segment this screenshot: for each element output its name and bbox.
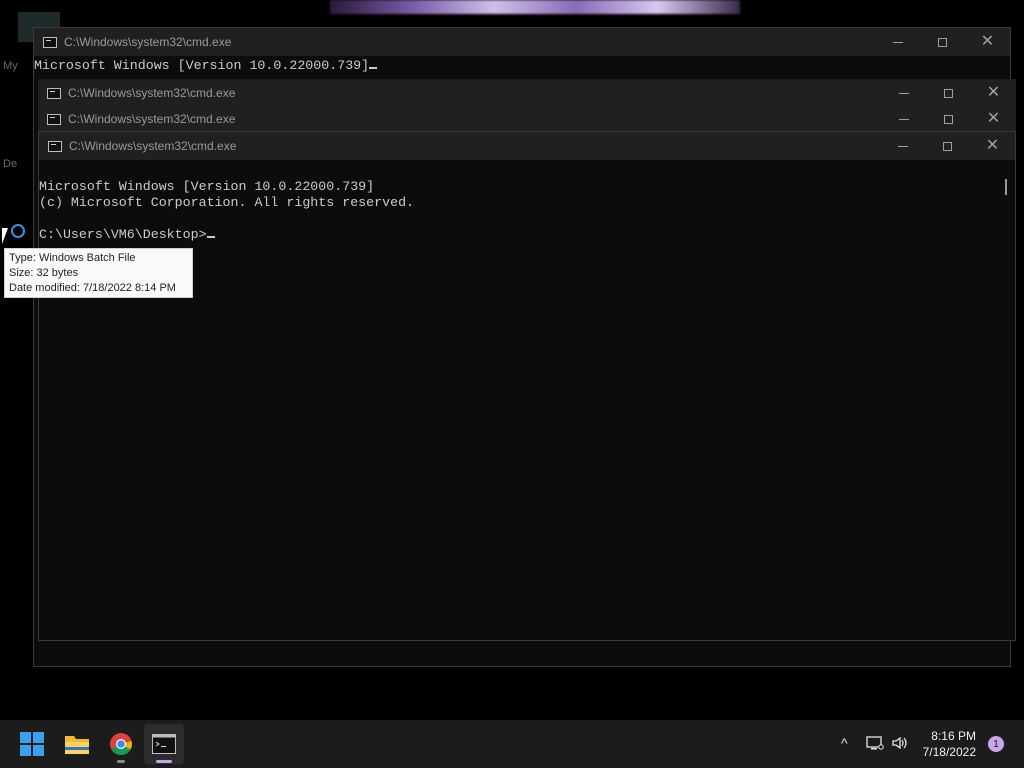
cmd-window-stacked-2[interactable]: C:\Windows\system32\cmd.exe ✕	[38, 105, 1016, 133]
cmd-window-stacked-1[interactable]: C:\Windows\system32\cmd.exe ✕	[38, 79, 1016, 107]
window-title: C:\Windows\system32\cmd.exe	[68, 112, 236, 126]
text-cursor	[369, 67, 378, 69]
cmd-app-icon	[47, 113, 61, 125]
volume-icon	[892, 736, 907, 750]
title-bar[interactable]: C:\Windows\system32\cmd.exe ✕	[39, 132, 1015, 160]
console-line: Microsoft Windows [Version 10.0.22000.73…	[39, 179, 375, 194]
notification-badge[interactable]: 1	[988, 736, 1004, 752]
text-cursor	[206, 236, 215, 238]
maximize-button[interactable]	[920, 28, 965, 56]
tooltip-date: Date modified: 7/18/2022 8:14 PM	[9, 282, 176, 294]
close-icon: ✕	[986, 110, 1001, 127]
title-bar[interactable]: C:\Windows\system32\cmd.exe ✕	[38, 79, 1016, 107]
wallpaper	[330, 0, 740, 14]
maximize-icon	[944, 88, 953, 98]
scrollbar-thumb[interactable]	[1005, 179, 1007, 195]
chrome-button[interactable]	[101, 724, 141, 764]
clock-time: 8:16 PM	[931, 729, 976, 743]
minimize-icon	[897, 145, 908, 147]
close-icon: ✕	[985, 137, 1000, 154]
running-indicator	[156, 760, 172, 763]
console-line: (c) Microsoft Corporation. All rights re…	[39, 195, 415, 210]
network-icon	[866, 736, 884, 750]
console-output[interactable]: Microsoft Windows [Version 10.0.22000.73…	[39, 163, 414, 243]
title-bar[interactable]: C:\Windows\system32\cmd.exe ✕	[34, 28, 1010, 56]
volume-icon[interactable]	[891, 735, 909, 754]
cmd-app-icon	[48, 140, 62, 152]
cmd-app-icon	[43, 36, 57, 48]
running-indicator	[117, 760, 125, 763]
clock-date: 7/18/2022	[922, 745, 976, 759]
minimize-icon	[898, 92, 909, 94]
desktop-icon-label: De	[3, 158, 18, 170]
command-prompt-button[interactable]	[144, 724, 184, 764]
maximize-button[interactable]	[925, 132, 970, 160]
minimize-icon	[898, 118, 909, 120]
window-title: C:\Windows\system32\cmd.exe	[68, 86, 236, 100]
minimize-button[interactable]	[880, 132, 925, 160]
tooltip-type: Type: Windows Batch File	[9, 252, 136, 264]
console-prompt: C:\Users\VM6\Desktop>	[39, 227, 207, 242]
maximize-icon	[938, 37, 947, 47]
maximize-icon	[944, 114, 953, 124]
folder-icon	[65, 736, 89, 754]
close-button[interactable]: ✕	[971, 79, 1016, 107]
chrome-icon	[110, 733, 132, 755]
minimize-button[interactable]	[881, 105, 926, 133]
maximize-icon	[943, 141, 952, 151]
desktop-icon-label: My	[3, 60, 18, 72]
minimize-button[interactable]	[875, 28, 920, 56]
console-output[interactable]: Microsoft Windows [Version 10.0.22000.73…	[34, 58, 378, 74]
close-button[interactable]: ✕	[971, 105, 1016, 133]
close-icon: ✕	[986, 84, 1001, 101]
console-line: Microsoft Windows [Version 10.0.22000.73…	[34, 58, 370, 73]
terminal-icon	[152, 734, 176, 754]
file-explorer-button[interactable]	[57, 724, 97, 764]
title-bar[interactable]: C:\Windows\system32\cmd.exe ✕	[38, 105, 1016, 133]
maximize-button[interactable]	[926, 105, 971, 133]
close-button[interactable]: ✕	[970, 132, 1015, 160]
minimize-button[interactable]	[881, 79, 926, 107]
cmd-app-icon	[47, 87, 61, 99]
network-icon[interactable]	[866, 735, 884, 754]
close-button[interactable]: ✕	[965, 28, 1010, 56]
show-hidden-icons-button[interactable]: ^	[841, 735, 848, 751]
window-title: C:\Windows\system32\cmd.exe	[64, 35, 232, 49]
window-title: C:\Windows\system32\cmd.exe	[69, 139, 237, 153]
minimize-icon	[892, 41, 903, 43]
start-button[interactable]	[12, 724, 52, 764]
taskbar-clock[interactable]: 8:16 PM 7/18/2022	[923, 728, 976, 760]
windows-logo-icon	[20, 732, 44, 756]
close-icon: ✕	[980, 33, 995, 50]
maximize-button[interactable]	[926, 79, 971, 107]
cmd-window-front[interactable]: C:\Windows\system32\cmd.exe ✕ Microsoft …	[38, 131, 1016, 641]
file-tooltip: Type: Windows Batch File Size: 32 bytes …	[4, 248, 193, 298]
mouse-pointer-icon	[2, 228, 14, 244]
tooltip-size: Size: 32 bytes	[9, 267, 79, 279]
